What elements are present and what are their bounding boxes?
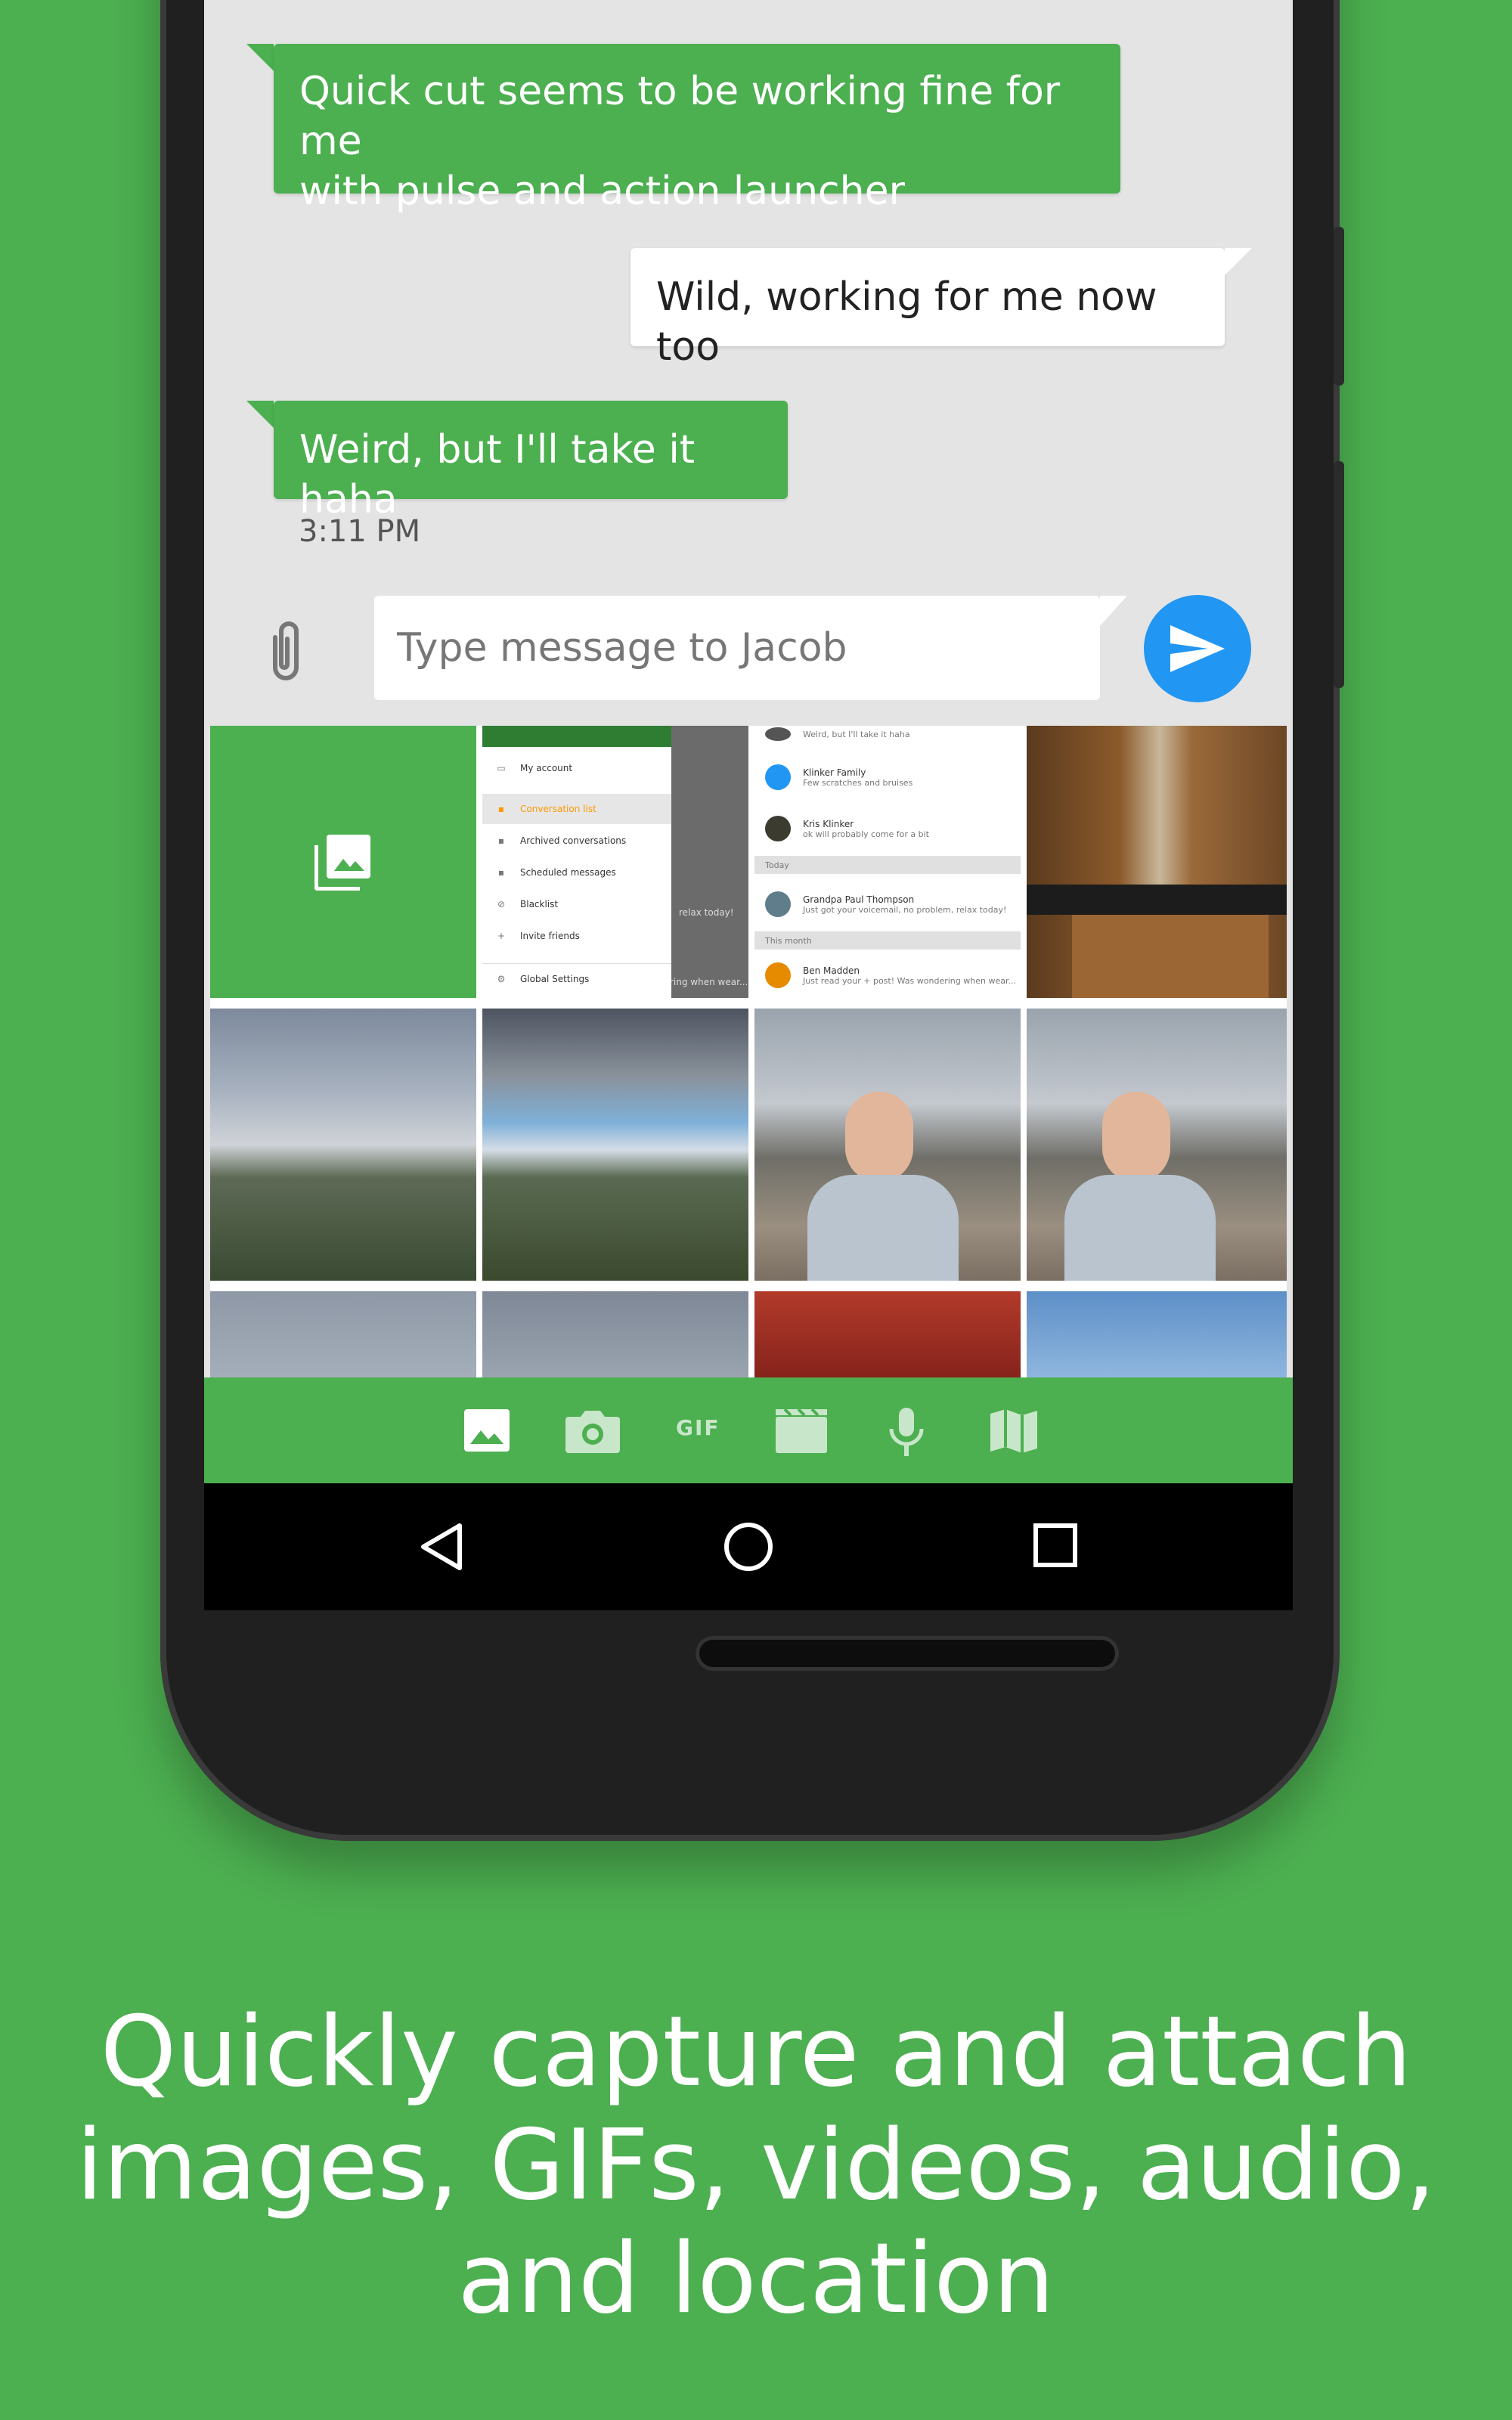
caption-line: Quickly capture and attach [100,1996,1412,2109]
gallery-thumbnail-mountain[interactable] [210,1009,476,1281]
conversation-row: Kris Klinker ok will probably come for a … [754,806,1021,851]
drawer-item: ▪ Scheduled messages [497,867,616,878]
message-text-line: Quick cut seems to be working fine for m… [299,69,1061,164]
gallery-thumbnail-drawer[interactable]: relax today! ring when wear... ▭ My accou… [482,726,748,998]
paperclip-icon[interactable] [265,616,307,687]
message-timestamp: 3:11 PM [299,514,421,549]
volume-button [1334,461,1344,688]
system-nav-bar [204,1483,1293,1610]
gif-button[interactable]: GIF [676,1415,720,1440]
bubble-tail [1225,248,1252,275]
home-icon[interactable] [723,1521,774,1576]
drawer-peek-text: ring when wear... [670,977,748,987]
conversation-row: Ben Madden Just read your + post! Was won… [754,953,1021,998]
drawer-header [482,726,671,747]
recents-icon[interactable] [1033,1523,1078,1571]
message-text-line: with pulse and action launcher [299,169,905,214]
gallery-thumbnail-conversations[interactable]: Weird, but I'll take it haha Klinker Fam… [754,726,1021,998]
gallery-thumbnail-portrait[interactable] [754,1009,1021,1281]
map-icon[interactable] [989,1406,1039,1459]
gallery-thumbnail-kitchen[interactable] [1027,726,1287,998]
open-gallery-tile[interactable] [210,726,476,998]
image-icon[interactable] [463,1406,511,1458]
section-header: This month [754,931,1021,950]
attachment-bar: GIF [204,1377,1293,1483]
drawer-item-active: ▪ Conversation list [482,794,671,824]
kitchen-counter [1027,885,1287,915]
promo-caption: Quickly capture and attach images, GIFs,… [0,1996,1512,2336]
gallery-thumbnail-valley[interactable] [482,1009,748,1281]
message-text: Wild, working for me now too [656,274,1157,370]
gallery-thumbnail-sky[interactable] [210,1291,476,1377]
back-icon[interactable] [417,1521,466,1576]
microphone-icon[interactable] [888,1406,925,1461]
portrait-body [807,1175,959,1281]
caption-line: images, GIFs, videos, audio, [76,2109,1436,2222]
video-icon[interactable] [774,1406,829,1458]
message-text: Weird, but I'll take it haha [299,427,696,522]
drawer-scrim [671,726,748,998]
conversation-row: Weird, but I'll take it haha [754,726,1021,742]
message-bubble-incoming[interactable]: Quick cut seems to be working fine for m… [274,44,1120,214]
gallery-thumbnail-clouds[interactable] [482,1291,748,1377]
camera-icon[interactable] [564,1406,621,1458]
section-header: Today [754,856,1021,874]
messaging-screen: Quick cut seems to be working fine for m… [204,0,1293,1610]
kitchen-cabinet [1072,915,1269,998]
gallery-thumbnail-blue-sky[interactable] [1027,1291,1287,1377]
drawer-peek-text: relax today! [679,907,734,918]
power-button [1334,227,1344,386]
photo-library-icon [314,835,370,891]
bubble-tail [246,401,274,428]
phone-speaker [696,1636,1119,1671]
drawer-item: ▭ My account [497,763,573,773]
portrait-body [1064,1175,1216,1281]
gallery-thumbnail-portrait[interactable] [1027,1009,1287,1281]
gallery-thumbnail-stadium[interactable] [754,1291,1021,1377]
bubble-tail [246,44,274,71]
conversation-row: Klinker Family Few scratches and bruises [754,755,1021,800]
portrait-face [1102,1092,1170,1182]
input-tail [1100,596,1127,626]
portrait-face [845,1092,913,1182]
send-button[interactable] [1144,595,1251,702]
caption-line: and location [457,2223,1055,2335]
message-input[interactable] [374,596,1100,700]
drawer-item: ▪ Archived conversations [497,835,627,846]
media-gallery: relax today! ring when wear... ▭ My accou… [210,726,1287,1377]
message-bubble-incoming[interactable]: Weird, but I'll take it haha [274,401,788,522]
conversation-row: Grandpa Paul Thompson Just got your voice… [754,882,1021,927]
drawer-item: ⊘ Blacklist [497,899,559,909]
drawer-item: + Invite friends [497,931,580,941]
drawer-item: ⚙ Global Settings [482,963,671,994]
send-icon [1170,625,1225,672]
message-bubble-outgoing[interactable]: Wild, working for me now too [631,248,1225,370]
